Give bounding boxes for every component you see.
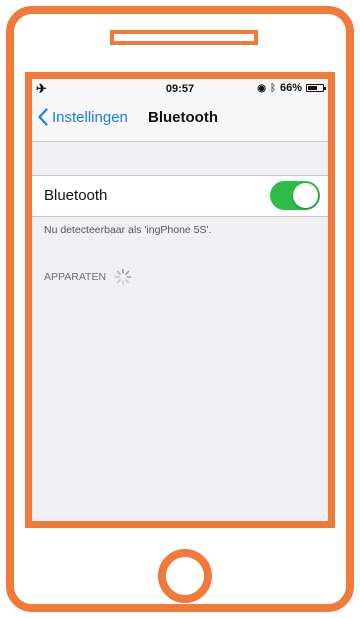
bluetooth-toggle[interactable] xyxy=(270,181,320,210)
battery-percent: 66% xyxy=(279,82,302,94)
status-bar: ✈ 09:57 ◉ ᛒ 66% xyxy=(32,79,328,99)
loading-spinner-icon xyxy=(114,268,132,286)
bluetooth-icon: ᛒ xyxy=(269,82,276,94)
rotation-lock-icon: ◉ xyxy=(257,82,266,94)
navigation-bar: Instellingen Bluetooth xyxy=(32,99,328,142)
battery-icon xyxy=(306,84,326,92)
toggle-knob xyxy=(293,183,318,208)
back-button[interactable]: Instellingen xyxy=(38,108,128,126)
back-label: Instellingen xyxy=(52,108,128,126)
home-button[interactable] xyxy=(158,549,212,603)
devices-section-header: APPARATEN xyxy=(44,268,132,286)
battery-fill xyxy=(308,86,317,90)
bluetooth-cell: Bluetooth xyxy=(32,175,328,217)
devices-header-label: APPARATEN xyxy=(44,271,107,283)
discoverable-note: Nu detecteerbaar als 'ingPhone 5S'. xyxy=(44,224,212,236)
chevron-left-icon xyxy=(38,108,48,126)
status-right: ◉ ᛒ 66% xyxy=(257,82,326,94)
page-title: Bluetooth xyxy=(148,109,218,126)
phone-screen: ✈ 09:57 ◉ ᛒ 66% Instellingen Bluetooth B… xyxy=(32,79,328,521)
phone-speaker xyxy=(110,30,258,45)
bluetooth-label: Bluetooth xyxy=(44,187,108,204)
